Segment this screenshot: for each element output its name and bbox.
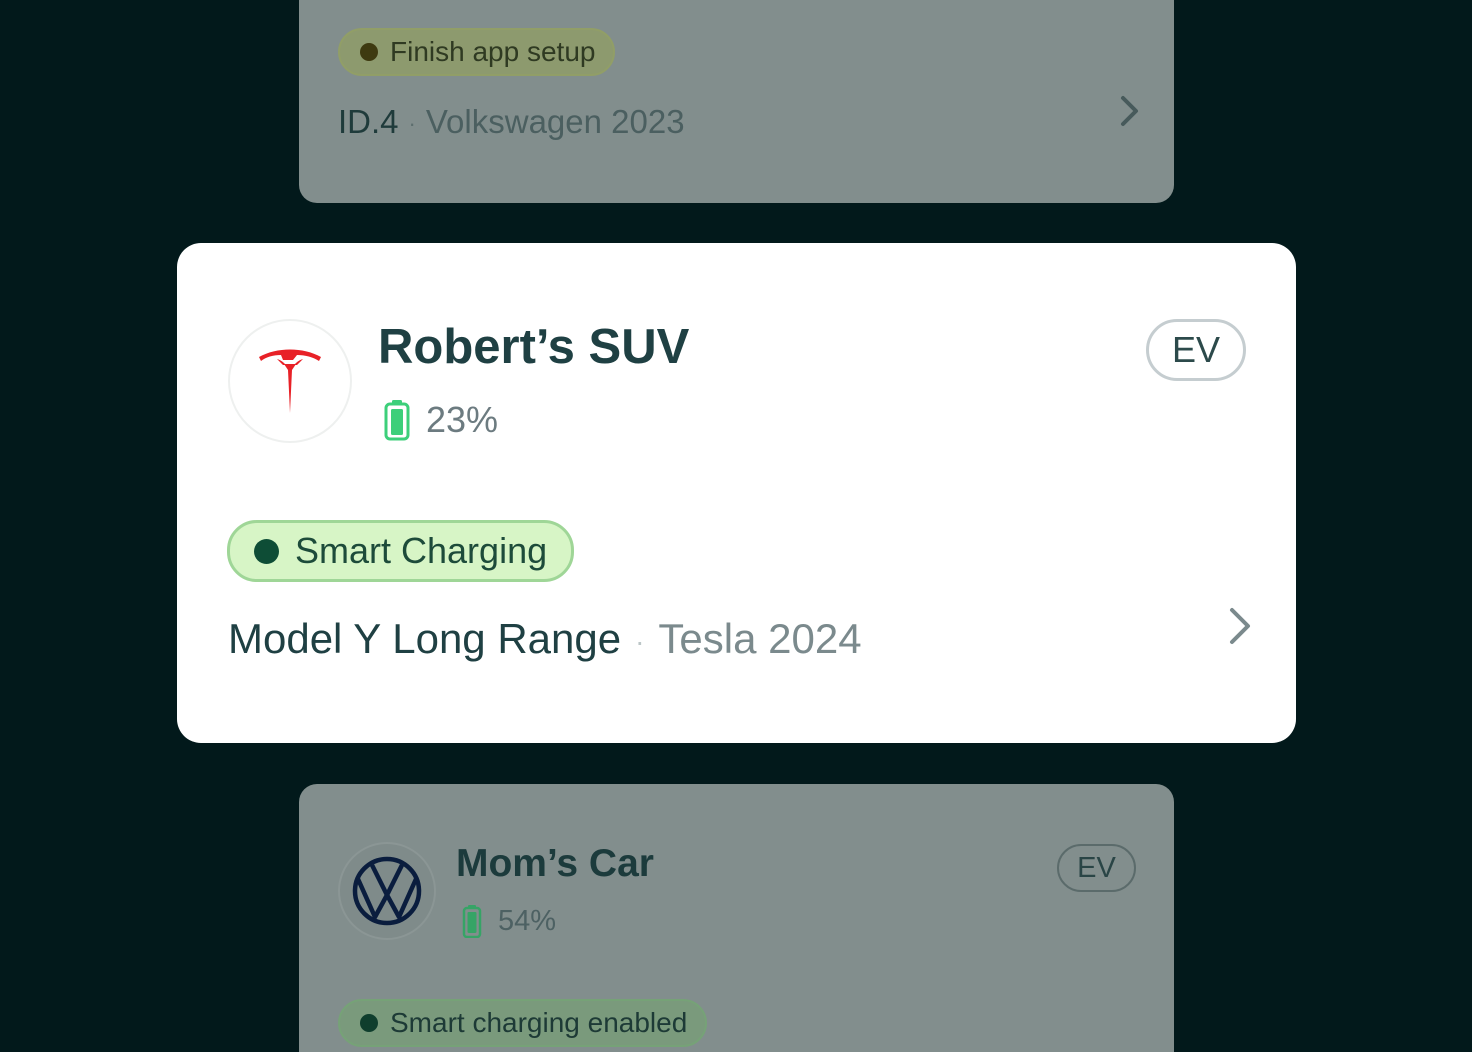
status-dot xyxy=(360,1014,378,1032)
smart-charging-enabled-badge: Smart charging enabled xyxy=(338,999,708,1047)
battery-icon xyxy=(462,905,482,938)
status-label: Smart Charging xyxy=(295,530,548,571)
vehicle-list: Finish app setup ID.4 · Volkswagen 2023 Ro… xyxy=(0,0,1472,1052)
finish-setup-badge: Finish app setup xyxy=(338,28,616,76)
tesla-logo xyxy=(228,319,352,443)
vehicle-brand-year: Volkswagen 2023 xyxy=(425,103,685,140)
ev-badge: EV xyxy=(1146,319,1246,381)
vehicle-card-moms-car[interactable]: Mom’s Car 54% EV Smart charging enabled xyxy=(299,784,1174,1052)
tesla-logo-icon xyxy=(259,349,321,413)
chevron-right-icon[interactable] xyxy=(1119,94,1141,128)
vehicle-model: Model Y Long Range xyxy=(228,615,622,662)
vehicle-model-line: ID.4 · Volkswagen 2023 xyxy=(338,103,685,141)
status-dot xyxy=(254,538,279,564)
battery-status: 54% xyxy=(462,904,556,938)
volkswagen-logo xyxy=(338,842,436,940)
vehicle-model-line: Model Y Long Range · Tesla 2024 xyxy=(228,615,862,663)
battery-percent: 23% xyxy=(426,399,499,440)
separator-dot: · xyxy=(408,111,416,137)
volkswagen-logo-icon xyxy=(352,856,422,926)
battery-percent: 54% xyxy=(498,904,557,937)
vehicle-card-roberts-suv[interactable]: Robert’s SUV 23% EV Smart Charging Model… xyxy=(177,243,1296,743)
chevron-right-icon[interactable] xyxy=(1227,606,1253,646)
battery-status: 23% xyxy=(384,399,498,441)
ev-badge: EV xyxy=(1057,844,1136,892)
smart-charging-badge: Smart Charging xyxy=(227,520,575,582)
battery-icon xyxy=(384,400,410,441)
status-label: Finish app setup xyxy=(390,36,596,67)
status-label: Smart charging enabled xyxy=(390,1007,688,1038)
vehicle-name: Robert’s SUV xyxy=(378,320,690,374)
separator-dot: · xyxy=(635,625,645,657)
vehicle-model: ID.4 xyxy=(338,103,399,140)
vehicle-brand-year: Tesla 2024 xyxy=(658,615,862,662)
vehicle-name: Mom’s Car xyxy=(456,842,654,885)
vehicle-card-id4[interactable]: Finish app setup ID.4 · Volkswagen 2023 xyxy=(299,0,1174,203)
status-dot xyxy=(360,43,378,61)
